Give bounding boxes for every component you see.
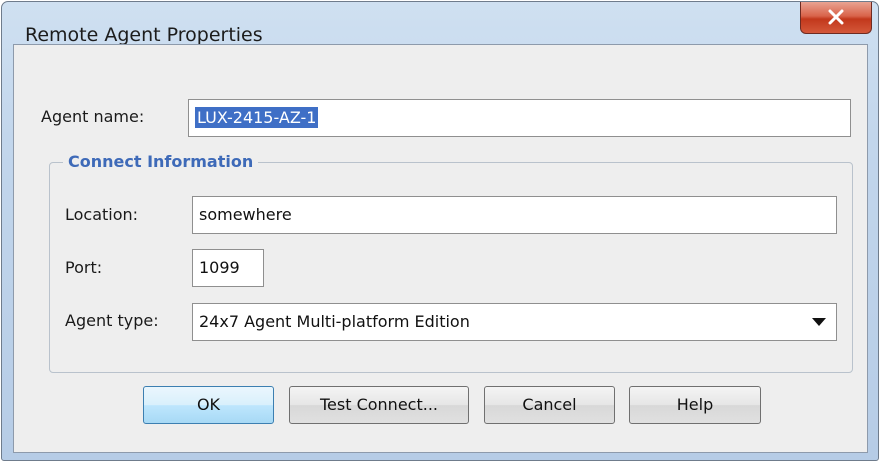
connect-information-title: Connect Information — [63, 152, 259, 171]
cancel-button[interactable]: Cancel — [484, 386, 615, 424]
agent-name-value: LUX-2415-AZ-1 — [195, 107, 319, 128]
location-field[interactable]: somewhere — [192, 196, 837, 234]
agent-name-field[interactable]: LUX-2415-AZ-1 — [188, 99, 851, 137]
dialog-body: Agent name: LUX-2415-AZ-1 Connect Inform… — [13, 44, 868, 453]
test-connect-button[interactable]: Test Connect... — [289, 386, 469, 424]
close-icon — [828, 9, 844, 25]
window-title: Remote Agent Properties — [25, 24, 263, 46]
connect-information-group — [49, 162, 853, 373]
agent-type-label: Agent type: — [65, 311, 159, 330]
close-button[interactable] — [800, 2, 872, 34]
agent-type-dropdown[interactable]: 24x7 Agent Multi-platform Edition — [192, 303, 837, 341]
chevron-down-icon — [812, 318, 826, 326]
port-label: Port: — [65, 258, 103, 277]
agent-type-value: 24x7 Agent Multi-platform Edition — [199, 312, 470, 331]
help-button[interactable]: Help — [629, 386, 761, 424]
dialog-window: Remote Agent Properties Agent name: LUX-… — [1, 1, 879, 461]
ok-button[interactable]: OK — [143, 386, 274, 424]
port-field[interactable]: 1099 — [192, 249, 264, 287]
location-label: Location: — [65, 205, 139, 224]
agent-name-label: Agent name: — [41, 107, 145, 126]
